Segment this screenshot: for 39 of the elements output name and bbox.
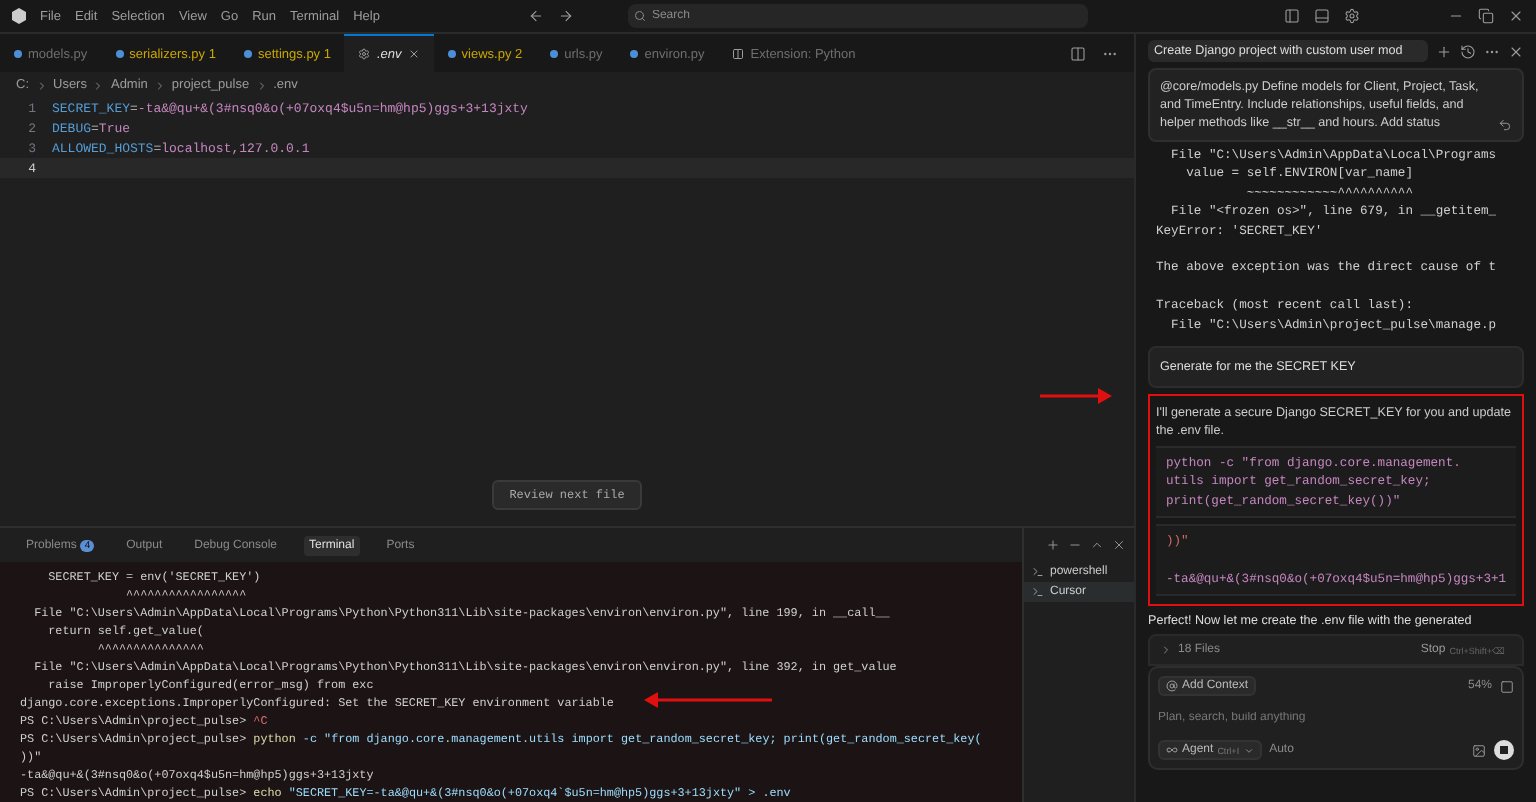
panel-toggle-icon[interactable] <box>1314 8 1330 24</box>
python-file-icon <box>243 50 252 58</box>
terminal-icon <box>1032 586 1044 598</box>
python-file-icon <box>115 50 124 58</box>
infinity-icon <box>1166 744 1178 757</box>
close-icon[interactable] <box>407 48 420 60</box>
at-sign-icon <box>1166 680 1178 693</box>
restore-icon[interactable] <box>1478 8 1494 24</box>
sidebar-toggle-icon[interactable] <box>1284 8 1300 24</box>
split-editor-icon[interactable] <box>1070 45 1086 61</box>
undo-icon <box>1498 118 1512 132</box>
gear-icon <box>358 48 371 60</box>
chevron-up-icon[interactable] <box>1090 538 1104 552</box>
forward-arrow-icon[interactable] <box>557 8 574 24</box>
plus-icon[interactable] <box>1046 538 1060 552</box>
terminal-icon <box>1032 566 1044 578</box>
back-arrow-icon[interactable] <box>527 8 544 24</box>
close-icon[interactable] <box>1112 538 1126 552</box>
image-icon[interactable] <box>1472 743 1486 758</box>
history-icon[interactable] <box>1460 43 1476 59</box>
plus-icon[interactable] <box>1436 43 1452 59</box>
chevron-icon <box>35 79 47 91</box>
app-logo-icon <box>12 8 26 24</box>
python-file-icon <box>447 50 456 58</box>
settings-icon[interactable] <box>1344 8 1360 24</box>
chevron-icon <box>153 79 166 91</box>
grid-icon <box>732 48 745 60</box>
python-file-icon <box>550 50 559 58</box>
chevron-icon <box>1160 644 1172 657</box>
python-file-icon <box>14 50 22 58</box>
search-icon <box>633 10 646 22</box>
close-icon[interactable] <box>1508 43 1524 59</box>
python-file-icon <box>630 50 639 58</box>
chevron-icon <box>255 79 268 91</box>
annotation-arrow <box>644 692 772 708</box>
chevron-icon <box>92 79 105 91</box>
close-icon[interactable] <box>1508 8 1524 24</box>
chevron-down-icon <box>1243 745 1254 756</box>
annotation-arrow <box>1040 388 1112 404</box>
